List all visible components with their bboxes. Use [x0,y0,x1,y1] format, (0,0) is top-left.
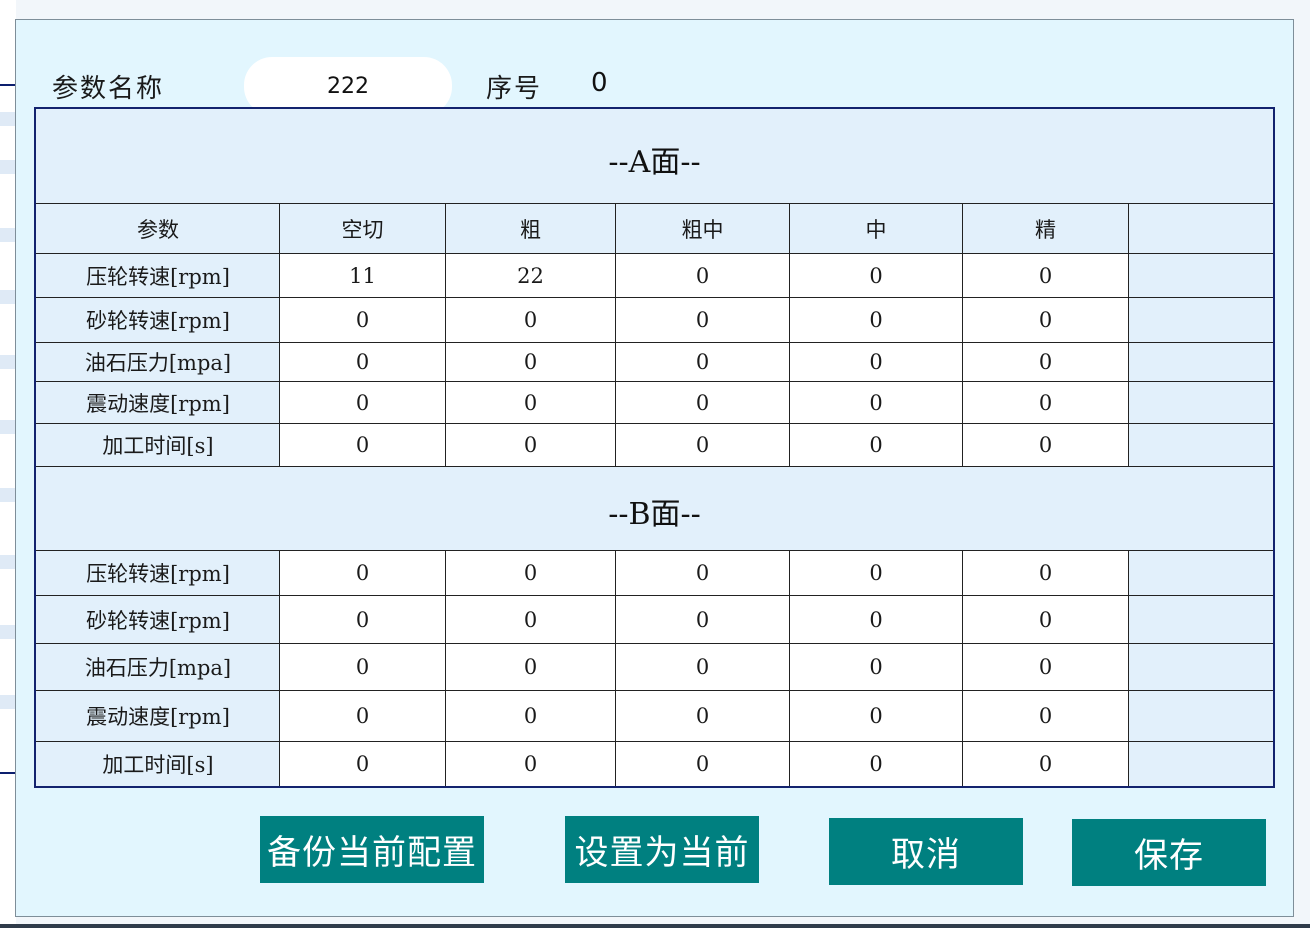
value-cell[interactable]: 0 [280,343,445,381]
row-label: 加工时间[s] [37,742,279,786]
value-cell[interactable]: 0 [790,596,962,643]
value-cell[interactable]: 0 [790,691,962,741]
row-label: 油石压力[mpa] [37,644,279,690]
value-cell[interactable]: 0 [963,254,1128,297]
value-cell[interactable]: 0 [790,382,962,423]
value-cell[interactable]: 0 [963,644,1128,690]
taskbar-edge [0,924,1310,928]
row-label: 震动速度[rpm] [37,691,279,741]
value-cell[interactable]: 0 [616,691,789,741]
value-cell[interactable]: 0 [446,551,615,595]
value-cell[interactable]: 0 [963,424,1128,466]
value-cell[interactable]: 0 [280,644,445,690]
value-cell[interactable]: 0 [280,596,445,643]
value-cell[interactable]: 11 [280,254,445,297]
value-cell[interactable]: 0 [790,343,962,381]
empty-cell [1129,644,1273,690]
value-cell[interactable]: 0 [963,551,1128,595]
empty-cell [1129,254,1273,297]
row-label: 砂轮转速[rpm] [37,298,279,342]
empty-cell [1129,343,1273,381]
background-divider [0,84,16,86]
set-current-button[interactable]: 设置为当前 [565,816,759,883]
row-label: 油石压力[mpa] [37,343,279,381]
value-cell[interactable]: 0 [790,742,962,786]
background-divider [0,772,16,774]
value-cell[interactable]: 0 [963,298,1128,342]
background-window-edge [0,0,16,928]
value-cell[interactable]: 0 [446,691,615,741]
value-cell[interactable]: 0 [280,551,445,595]
column-header-param: 参数 [37,204,279,253]
empty-cell [1129,551,1273,595]
value-cell[interactable]: 0 [616,596,789,643]
param-name-label: 参数名称 [52,74,165,104]
param-table: --A面-- --B面-- 参数 空切粗粗中中精压轮转速[rpm] 11 22 0 0 0 砂… [34,107,1275,788]
column-header: 精 [963,204,1128,253]
section-b-title: --B面-- [608,497,701,532]
value-cell[interactable]: 0 [790,424,962,466]
column-header: 粗 [446,204,615,253]
value-cell[interactable]: 0 [616,382,789,423]
value-cell[interactable]: 0 [446,298,615,342]
row-label: 压轮转速[rpm] [37,551,279,595]
column-header: 空切 [280,204,445,253]
cancel-button[interactable]: 取消 [829,818,1023,885]
seq-value: 0 [591,68,608,98]
value-cell[interactable]: 0 [963,596,1128,643]
save-button[interactable]: 保存 [1072,819,1266,886]
value-cell[interactable]: 0 [790,551,962,595]
value-cell[interactable]: 0 [446,644,615,690]
row-label: 砂轮转速[rpm] [37,596,279,643]
value-cell[interactable]: 0 [446,424,615,466]
column-header-empty [1129,204,1273,253]
empty-cell [1129,424,1273,466]
value-cell[interactable]: 0 [616,742,789,786]
value-cell[interactable]: 0 [790,644,962,690]
value-cell[interactable]: 0 [790,254,962,297]
value-cell[interactable]: 0 [280,742,445,786]
row-label: 震动速度[rpm] [37,382,279,423]
value-cell[interactable]: 0 [963,382,1128,423]
value-cell[interactable]: 0 [446,343,615,381]
column-header: 中 [790,204,962,253]
empty-cell [1129,298,1273,342]
value-cell[interactable]: 0 [446,596,615,643]
value-cell[interactable]: 0 [616,298,789,342]
value-cell[interactable]: 0 [280,298,445,342]
column-header: 粗中 [616,204,789,253]
empty-cell [1129,691,1273,741]
value-cell[interactable]: 0 [616,644,789,690]
value-cell[interactable]: 0 [616,343,789,381]
value-cell[interactable]: 0 [280,691,445,741]
value-cell[interactable]: 0 [790,298,962,342]
row-label: 加工时间[s] [37,424,279,466]
backup-config-button[interactable]: 备份当前配置 [260,816,484,883]
value-cell[interactable]: 0 [446,742,615,786]
section-a-title: --A面-- [608,145,701,180]
value-cell[interactable]: 0 [616,254,789,297]
value-cell[interactable]: 0 [963,691,1128,741]
value-cell[interactable]: 22 [446,254,615,297]
value-cell[interactable]: 0 [446,382,615,423]
empty-cell [1129,596,1273,643]
empty-cell [1129,382,1273,423]
value-cell[interactable]: 0 [280,424,445,466]
value-cell[interactable]: 0 [280,382,445,423]
value-cell[interactable]: 0 [616,424,789,466]
value-cell[interactable]: 0 [616,551,789,595]
empty-cell [1129,742,1273,786]
value-cell[interactable]: 0 [963,343,1128,381]
row-label: 压轮转速[rpm] [37,254,279,297]
seq-label: 序号 [486,74,543,104]
value-cell[interactable]: 0 [963,742,1128,786]
